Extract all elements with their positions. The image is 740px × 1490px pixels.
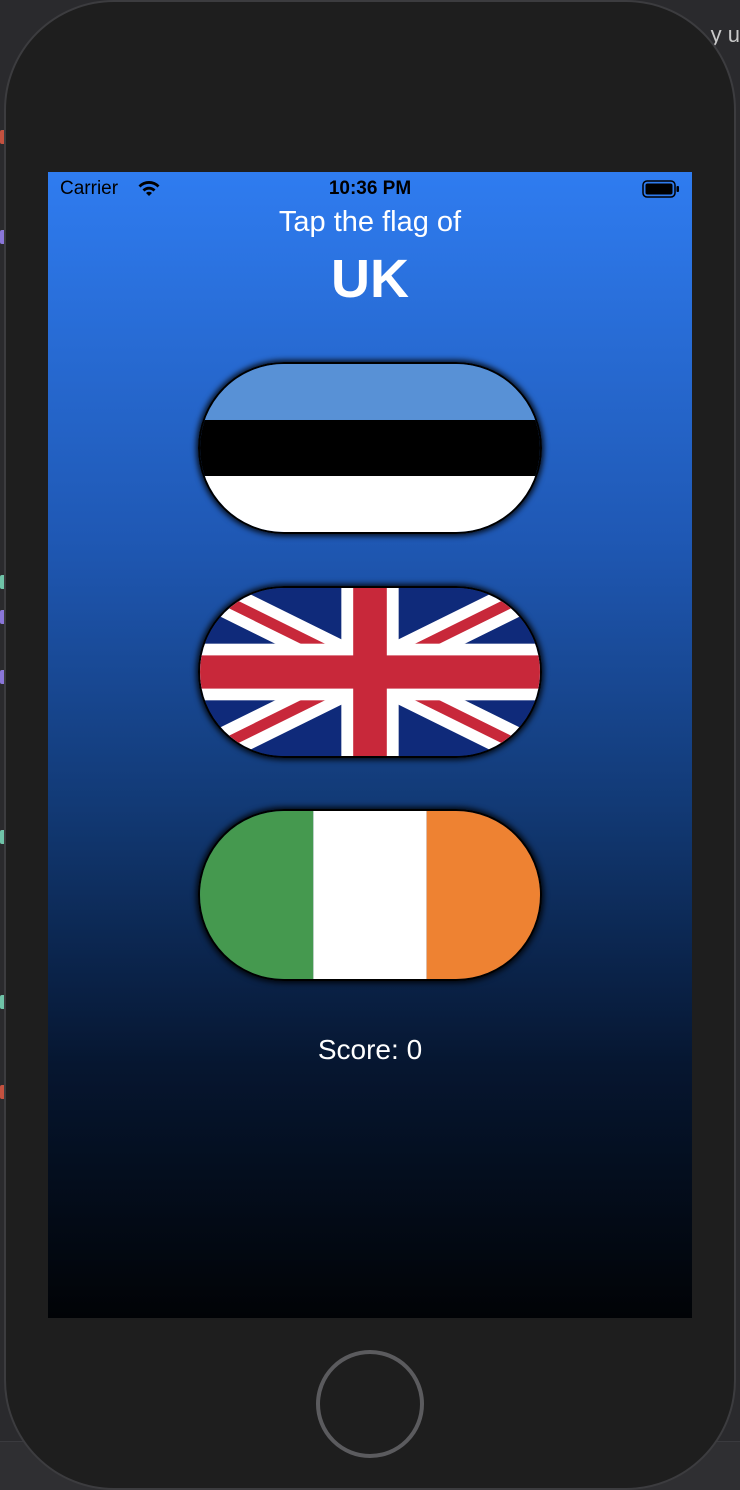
prompt-label: Tap the flag of (278, 206, 462, 238)
battery-icon (642, 180, 679, 198)
score-label: Score: 0 (317, 1034, 423, 1065)
app-screen: Carrier 10:36 PM Tap the flag of UK Scor… (48, 172, 692, 1318)
home-button[interactable] (316, 1350, 424, 1458)
ide-corner-text: y u (710, 22, 740, 47)
country-name: UK (331, 249, 409, 309)
ireland-flag-icon (200, 811, 540, 979)
flag-button-estonia[interactable] (198, 362, 542, 534)
flag-button-uk[interactable] (198, 586, 542, 758)
uk-flag-icon (200, 588, 540, 756)
estonia-flag-icon (200, 364, 540, 532)
clock: 10:36 PM (328, 178, 412, 199)
status-bar: Carrier 10:36 PM (48, 172, 692, 206)
flag-button-ireland[interactable] (198, 809, 542, 981)
